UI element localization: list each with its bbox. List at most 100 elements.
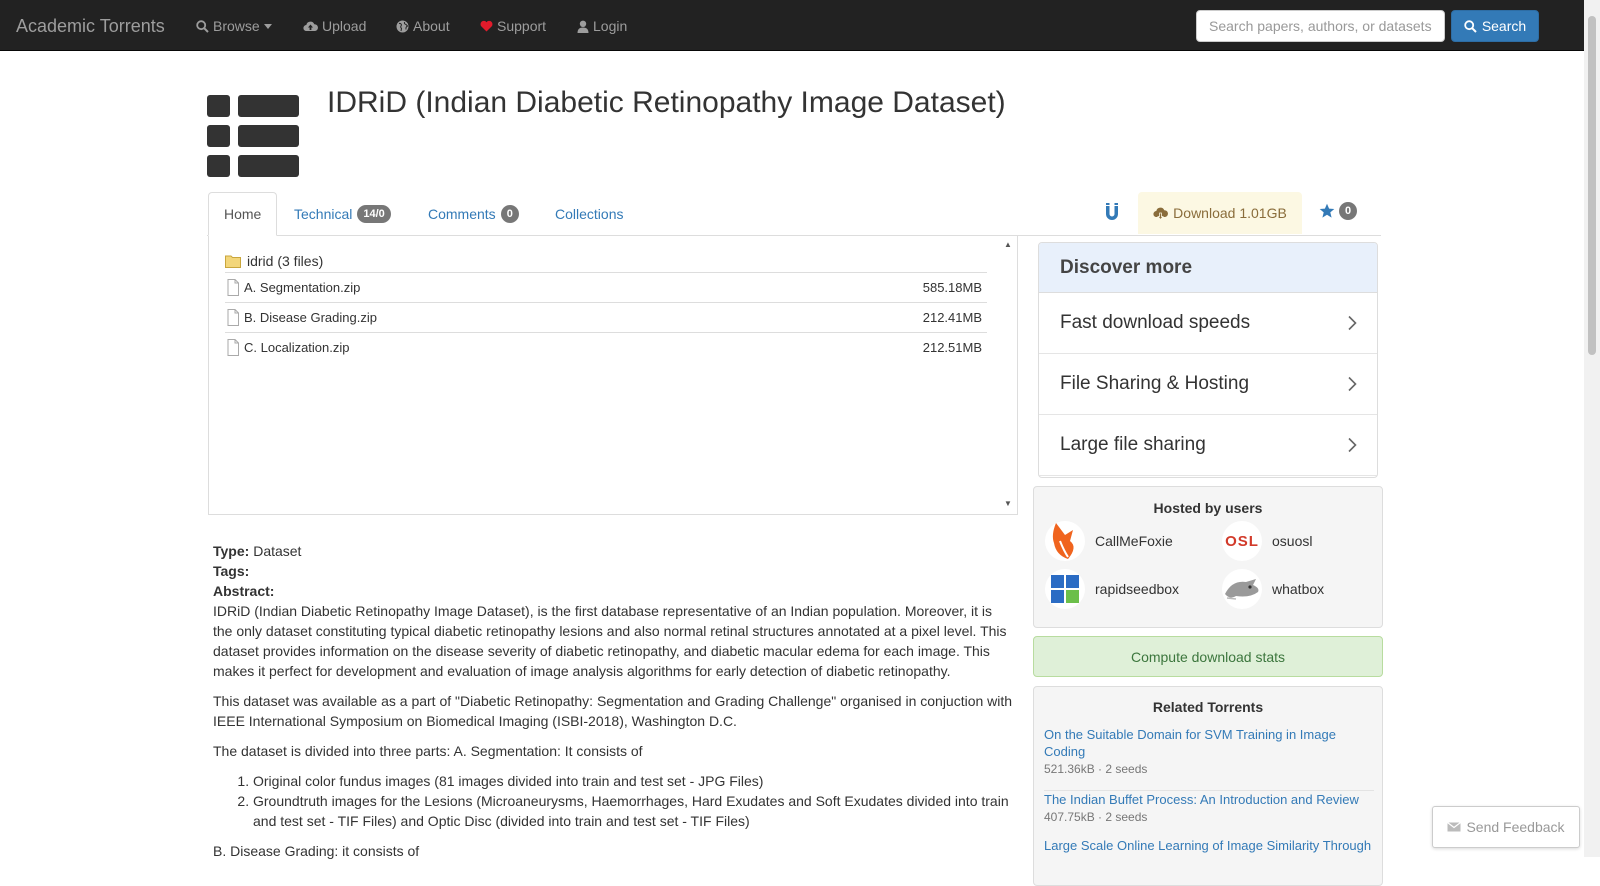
nav-upload-label: Upload bbox=[322, 18, 367, 34]
discover-item[interactable]: File Sharing & Hosting bbox=[1039, 354, 1377, 415]
nav-login-link[interactable]: Login bbox=[577, 18, 627, 34]
discover-item[interactable]: Fast download speeds bbox=[1039, 293, 1377, 354]
torrent-description: Type: Dataset Tags: Abstract: IDRiD (Ind… bbox=[213, 541, 1013, 871]
host-user[interactable]: OSL osuosl bbox=[1222, 521, 1312, 561]
seedbox-logo-icon bbox=[1045, 569, 1085, 609]
file-row[interactable]: B. Disease Grading.zip 212.41MB bbox=[225, 302, 987, 332]
related-item-meta: 407.75kB · 2 seeds bbox=[1044, 810, 1148, 824]
file-size: 585.18MB bbox=[922, 280, 982, 295]
compute-stats-button[interactable]: Compute download stats bbox=[1033, 636, 1383, 677]
chevron-right-icon bbox=[1348, 315, 1357, 331]
star-count-badge: 0 bbox=[1339, 202, 1358, 220]
download-button[interactable]: Download 1.01GB bbox=[1138, 192, 1302, 234]
grading-paragraph: B. Disease Grading: it consists of bbox=[213, 843, 420, 859]
tab-technical[interactable]: Technical 14/0 bbox=[279, 192, 406, 236]
file-row[interactable]: A. Segmentation.zip 585.18MB bbox=[225, 272, 987, 302]
file-icon bbox=[227, 339, 239, 356]
tab-home[interactable]: Home bbox=[208, 192, 278, 236]
star-button[interactable]: 0 bbox=[1319, 202, 1358, 220]
nav-upload-link[interactable]: Upload bbox=[303, 18, 366, 34]
caret-down-icon bbox=[263, 23, 272, 29]
folder-row[interactable]: idrid (3 files) bbox=[225, 253, 323, 269]
nav-browse-dropdown[interactable]: Browse bbox=[196, 18, 272, 34]
segmentation-list: Original color fundus images (81 images … bbox=[213, 771, 1013, 831]
file-name: C. Localization.zip bbox=[244, 340, 350, 355]
related-item: On the Suitable Domain for SVM Training … bbox=[1044, 726, 1374, 778]
nav-about-label: About bbox=[413, 18, 450, 34]
fox-logo-icon bbox=[1045, 521, 1085, 561]
star-icon bbox=[1319, 203, 1335, 218]
globe-icon bbox=[396, 20, 409, 32]
challenge-paragraph: This dataset was available as a part of … bbox=[213, 693, 1013, 729]
discover-item-label: Fast download speeds bbox=[1060, 312, 1251, 333]
file-icon bbox=[227, 279, 239, 296]
tags-label: Tags: bbox=[213, 563, 250, 579]
host-name: CallMeFoxie bbox=[1095, 533, 1173, 549]
type-label: Type: bbox=[213, 543, 250, 559]
discover-more-title: Discover more bbox=[1039, 243, 1377, 293]
heart-icon bbox=[480, 20, 493, 32]
chevron-right-icon bbox=[1348, 437, 1357, 453]
tab-home-label: Home bbox=[224, 206, 262, 222]
tab-comments[interactable]: Comments 0 bbox=[413, 192, 534, 236]
abstract-line: Abstract: bbox=[213, 581, 1013, 601]
technical-badge: 14/0 bbox=[357, 205, 391, 223]
host-user[interactable]: rapidseedbox bbox=[1045, 569, 1179, 609]
discover-item-label: File Sharing & Hosting bbox=[1060, 373, 1250, 394]
nav-about-link[interactable]: About bbox=[396, 18, 450, 34]
file-size: 212.51MB bbox=[922, 340, 982, 355]
search-button[interactable]: Search bbox=[1451, 10, 1539, 42]
envelope-icon bbox=[1447, 822, 1462, 832]
magnet-icon[interactable] bbox=[1104, 200, 1120, 224]
parts-paragraph: The dataset is divided into three parts:… bbox=[213, 743, 643, 759]
file-name: B. Disease Grading.zip bbox=[244, 310, 377, 325]
file-row[interactable]: C. Localization.zip 212.51MB bbox=[225, 332, 987, 362]
discover-item[interactable]: Large file sharing bbox=[1039, 415, 1377, 476]
compute-stats-label: Compute download stats bbox=[1130, 648, 1286, 665]
related-torrents-panel: Related Torrents bbox=[1033, 686, 1383, 886]
related-item-link[interactable]: On the Suitable Domain for SVM Training … bbox=[1044, 727, 1336, 759]
search-icon bbox=[1464, 19, 1477, 33]
file-list-scroll-down[interactable]: ▼ bbox=[1004, 499, 1012, 508]
nav-support-link[interactable]: Support bbox=[480, 18, 546, 34]
send-feedback-label: Send Feedback bbox=[1466, 819, 1565, 835]
abstract-paragraph: IDRiD (Indian Diabetic Retinopathy Image… bbox=[213, 603, 1007, 679]
related-item-link[interactable]: The Indian Buffet Process: An Introducti… bbox=[1044, 792, 1359, 807]
brand-link[interactable]: Academic Torrents bbox=[16, 16, 165, 37]
page-scrollbar-thumb[interactable] bbox=[1588, 16, 1596, 355]
related-item: The Indian Buffet Process: An Introducti… bbox=[1044, 790, 1374, 826]
type-line: Type: Dataset bbox=[213, 541, 1013, 561]
hosted-by-title: Hosted by users bbox=[1153, 500, 1263, 516]
related-item-link[interactable]: Large Scale Online Learning of Image Sim… bbox=[1044, 838, 1371, 853]
list-logo-icon bbox=[207, 95, 299, 177]
host-user[interactable]: CallMeFoxie bbox=[1045, 521, 1173, 561]
list-item: Original color fundus images (81 images … bbox=[253, 771, 1013, 791]
search-button-label: Search bbox=[1481, 18, 1527, 34]
whatbox-logo-icon bbox=[1222, 569, 1262, 609]
file-list-scroll-up[interactable]: ▲ bbox=[1004, 240, 1012, 249]
download-label: Download 1.01GB bbox=[1173, 205, 1287, 221]
send-feedback-button[interactable]: Send Feedback bbox=[1432, 806, 1580, 848]
navbar: Academic Torrents Browse Upload About Su… bbox=[0, 0, 1584, 51]
related-torrents-title: Related Torrents bbox=[1152, 699, 1264, 715]
nav-support-label: Support bbox=[497, 18, 547, 34]
file-icon bbox=[227, 309, 239, 326]
host-user[interactable]: whatbox bbox=[1222, 569, 1324, 609]
user-icon bbox=[577, 20, 589, 33]
nav-browse-label: Browse bbox=[213, 18, 260, 34]
host-name: rapidseedbox bbox=[1095, 581, 1180, 597]
tab-collections[interactable]: Collections bbox=[540, 192, 638, 236]
discover-more-panel: Discover more Fast download speeds File … bbox=[1038, 242, 1378, 478]
abstract-label: Abstract: bbox=[213, 583, 275, 599]
list-item: Groundtruth images for the Lesions (Micr… bbox=[253, 791, 1013, 831]
type-value: Dataset bbox=[253, 543, 302, 559]
tab-technical-label: Technical bbox=[294, 206, 353, 222]
related-item-meta: 521.36kB · 2 seeds bbox=[1044, 762, 1148, 776]
search-input[interactable] bbox=[1196, 10, 1445, 42]
tab-collections-label: Collections bbox=[555, 206, 624, 222]
discover-item-label: Large file sharing bbox=[1060, 434, 1206, 455]
related-item: Large Scale Online Learning of Image Sim… bbox=[1044, 837, 1374, 854]
osl-logo-icon: OSL bbox=[1222, 521, 1262, 561]
page-title: IDRiD (Indian Diabetic Retinopathy Image… bbox=[327, 86, 1006, 119]
host-name: osuosl bbox=[1272, 533, 1313, 549]
